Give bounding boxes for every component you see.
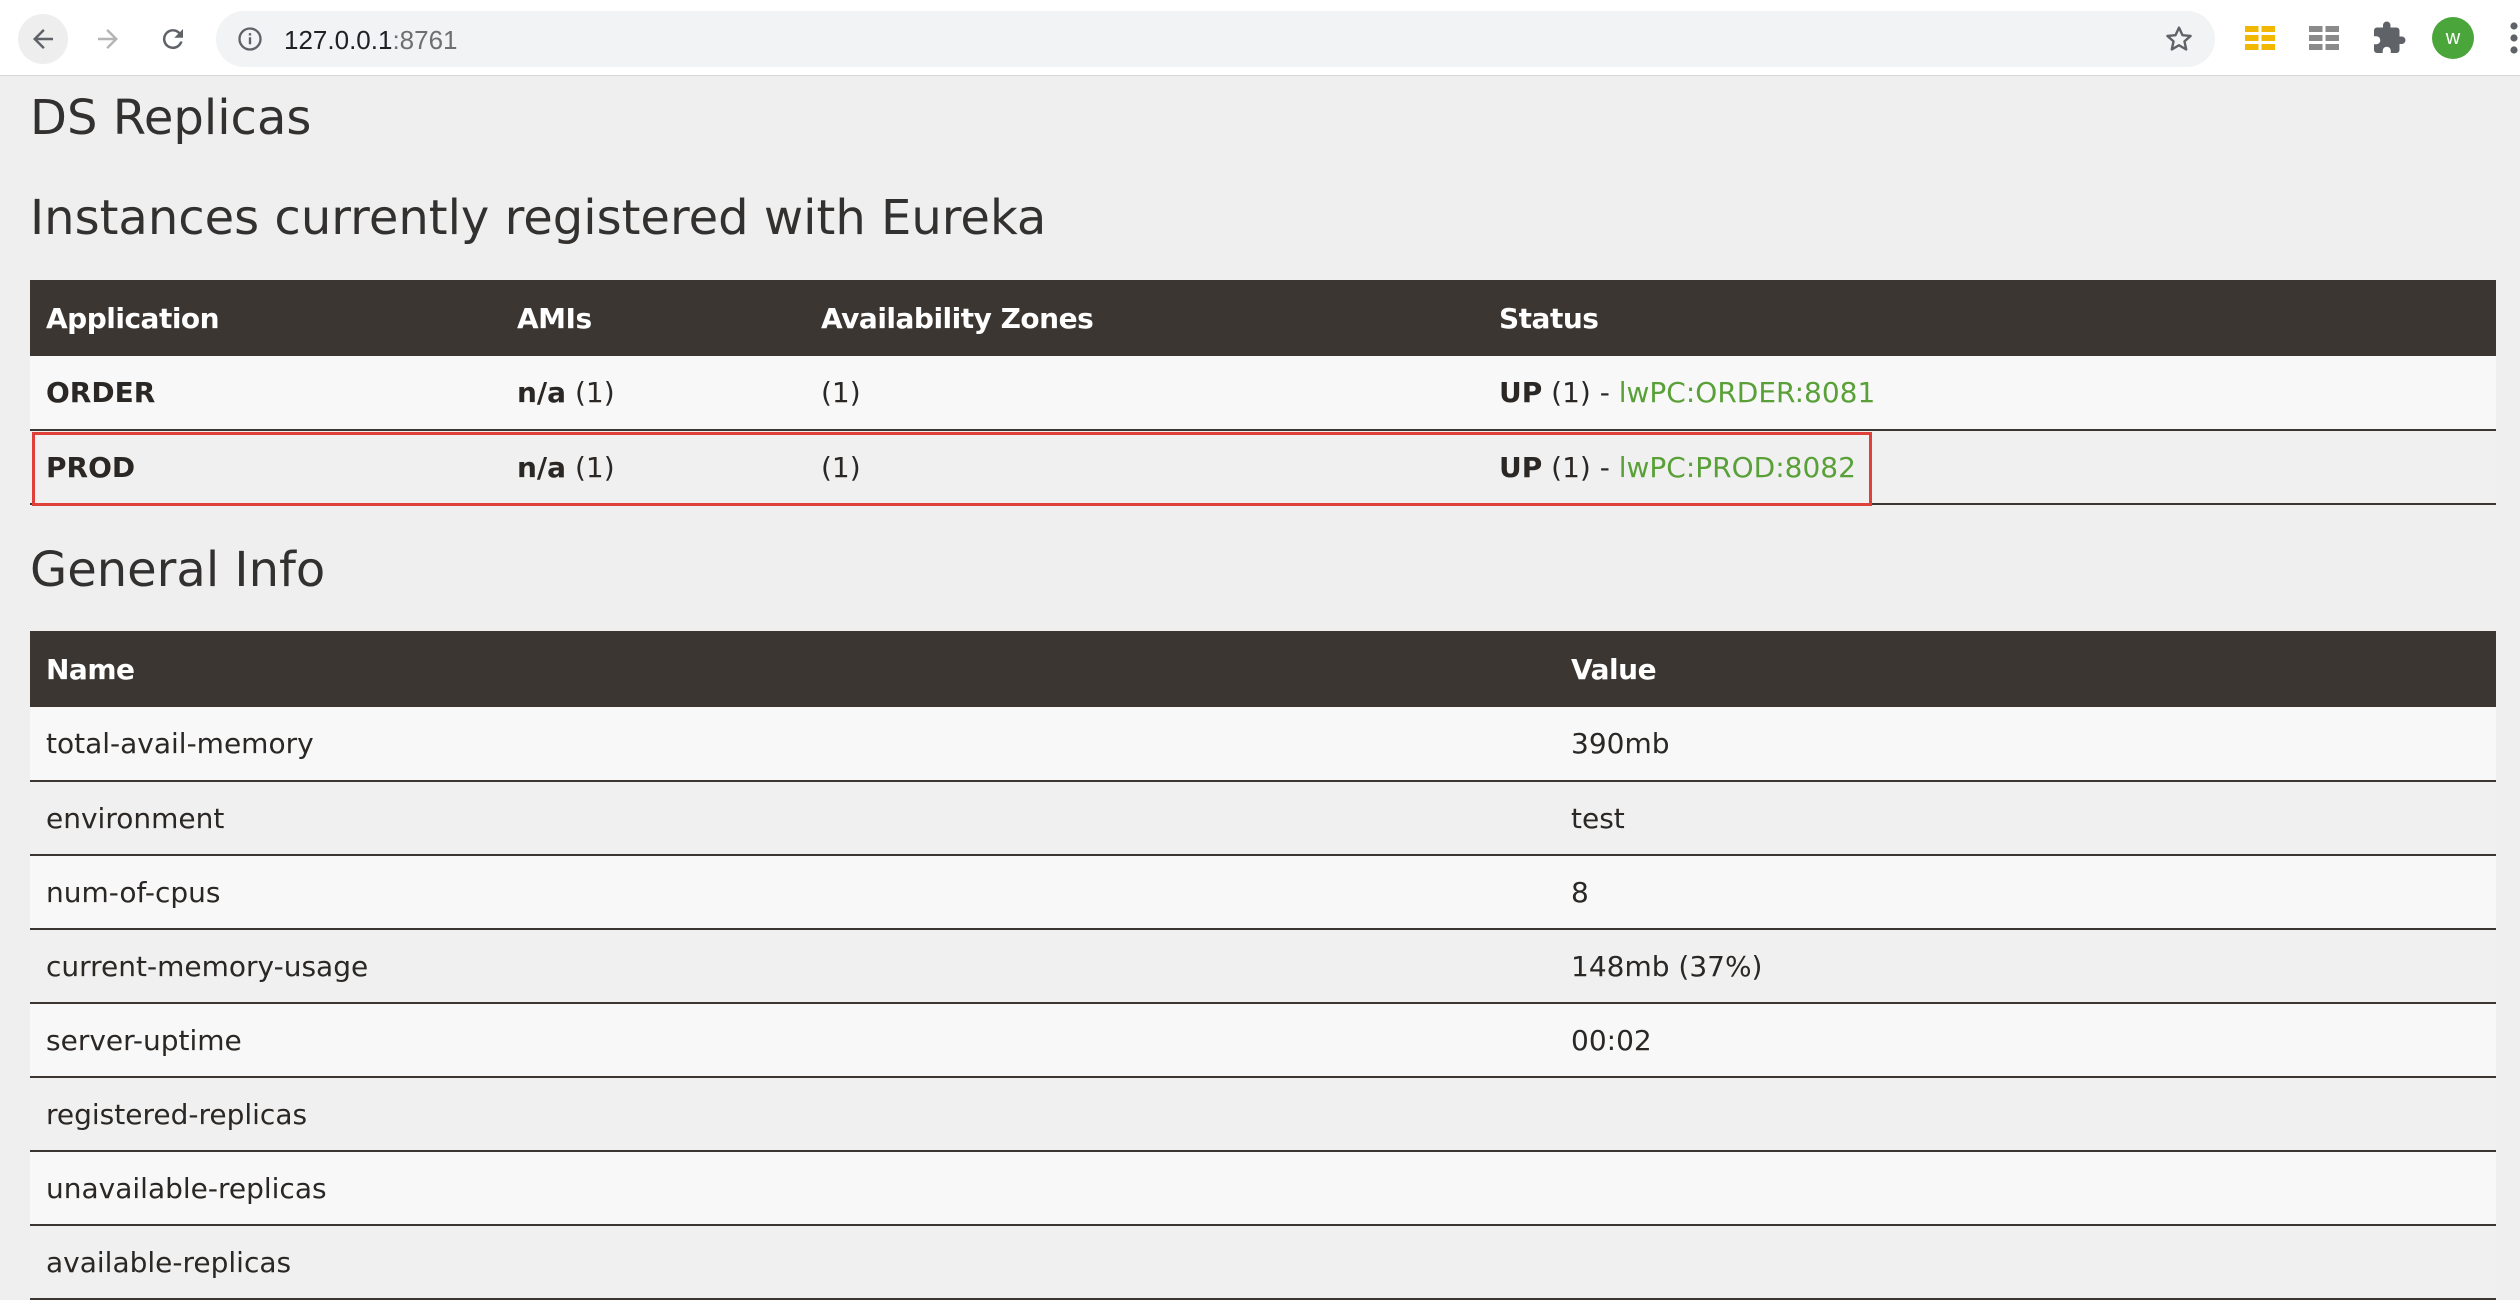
- column-header-amis: AMIs: [501, 280, 805, 356]
- column-header-status: Status: [1483, 280, 2496, 356]
- application-name: ORDER: [46, 376, 156, 409]
- arrow-right-icon: [98, 29, 118, 49]
- table-row: ORDER n/a (1) (1) UP (1) - lwPC:ORDER:80…: [30, 356, 2496, 431]
- instance-link[interactable]: lwPC:PROD:8082: [1619, 451, 1856, 484]
- forward-button[interactable]: [83, 14, 133, 64]
- amis-count: (1): [566, 376, 615, 409]
- profile-avatar[interactable]: w: [2432, 17, 2474, 59]
- url-host: 127.0.0.1: [284, 25, 393, 55]
- application-name: PROD: [46, 450, 136, 484]
- info-name-cell: registered-replicas: [30, 1077, 1555, 1152]
- zones-cell: (1): [805, 430, 1483, 505]
- star-icon[interactable]: [2163, 23, 2195, 55]
- general-info-table: Name Value total-avail-memory 390mb envi…: [30, 631, 2496, 1300]
- status-count: (1) -: [1542, 450, 1619, 484]
- table-row: num-of-cpus 8: [30, 855, 2496, 930]
- ds-replicas-heading: DS Replicas: [30, 90, 312, 146]
- column-header-zones: Availability Zones: [805, 280, 1483, 356]
- info-icon[interactable]: [236, 25, 264, 53]
- table-row: registered-replicas: [30, 1077, 2496, 1152]
- puzzle-icon[interactable]: [2371, 20, 2407, 56]
- info-value-cell: [1555, 1151, 2496, 1226]
- column-header-name: Name: [30, 631, 1555, 707]
- browser-toolbar: 127.0.0.1:8761 w: [0, 0, 2520, 76]
- instances-table: Application AMIs Availability Zones Stat…: [30, 280, 2496, 505]
- arrow-left-icon: [33, 29, 53, 49]
- column-header-value: Value: [1555, 631, 2496, 707]
- info-value-cell: [1555, 1077, 2496, 1152]
- amis-value: n/a: [517, 376, 567, 409]
- table-row: total-avail-memory 390mb: [30, 707, 2496, 782]
- instance-link[interactable]: lwPC:ORDER:8081: [1619, 376, 1876, 409]
- application-cell: PROD: [30, 430, 501, 505]
- amis-cell: n/a (1): [501, 430, 805, 505]
- status-value: UP: [1499, 450, 1543, 484]
- table-row: environment test: [30, 781, 2496, 856]
- info-name-cell: total-avail-memory: [30, 707, 1555, 782]
- url-text: 127.0.0.1:8761: [284, 25, 458, 56]
- info-value-cell: 148mb (37%): [1555, 929, 2496, 1004]
- table-row: PROD n/a (1) (1) UP (1) - lwPC:PROD:8082: [30, 430, 2496, 505]
- url-port: :8761: [392, 25, 458, 55]
- table-header-row: Name Value: [30, 631, 2496, 707]
- info-value-cell: [1555, 1225, 2496, 1300]
- table-row: available-replicas: [30, 1225, 2496, 1300]
- info-name-cell: available-replicas: [30, 1225, 1555, 1300]
- back-button[interactable]: [18, 14, 68, 64]
- info-name-cell: current-memory-usage: [30, 929, 1555, 1004]
- zones-cell: (1): [805, 356, 1483, 431]
- info-value-cell: test: [1555, 781, 2496, 856]
- status-cell: UP (1) - lwPC:ORDER:8081: [1483, 356, 2496, 431]
- amis-cell: n/a (1): [501, 356, 805, 431]
- info-value-cell: 390mb: [1555, 707, 2496, 782]
- menu-kebab-icon[interactable]: [2508, 20, 2520, 56]
- info-name-cell: environment: [30, 781, 1555, 856]
- amis-count: (1): [566, 450, 615, 484]
- general-info-heading: General Info: [30, 542, 326, 598]
- column-header-application: Application: [30, 280, 501, 356]
- reload-icon: [162, 29, 183, 50]
- table-row: current-memory-usage 148mb (37%): [30, 929, 2496, 1004]
- info-value-cell: 00:02: [1555, 1003, 2496, 1078]
- status-count: (1) -: [1542, 376, 1619, 409]
- extension-grid-gray-icon[interactable]: [2306, 20, 2342, 56]
- status-value: UP: [1499, 376, 1543, 409]
- table-header-row: Application AMIs Availability Zones Stat…: [30, 280, 2496, 356]
- address-bar[interactable]: 127.0.0.1:8761: [216, 11, 2215, 67]
- table-row: server-uptime 00:02: [30, 1003, 2496, 1078]
- extension-grid-yellow-icon[interactable]: [2242, 20, 2278, 56]
- status-cell: UP (1) - lwPC:PROD:8082: [1483, 430, 2496, 505]
- instances-heading: Instances currently registered with Eure…: [30, 190, 1047, 246]
- table-row: unavailable-replicas: [30, 1151, 2496, 1226]
- info-name-cell: server-uptime: [30, 1003, 1555, 1078]
- amis-value: n/a: [517, 450, 567, 484]
- info-value-cell: 8: [1555, 855, 2496, 930]
- reload-button[interactable]: [148, 14, 198, 64]
- info-name-cell: num-of-cpus: [30, 855, 1555, 930]
- application-cell: ORDER: [30, 356, 501, 431]
- info-name-cell: unavailable-replicas: [30, 1151, 1555, 1226]
